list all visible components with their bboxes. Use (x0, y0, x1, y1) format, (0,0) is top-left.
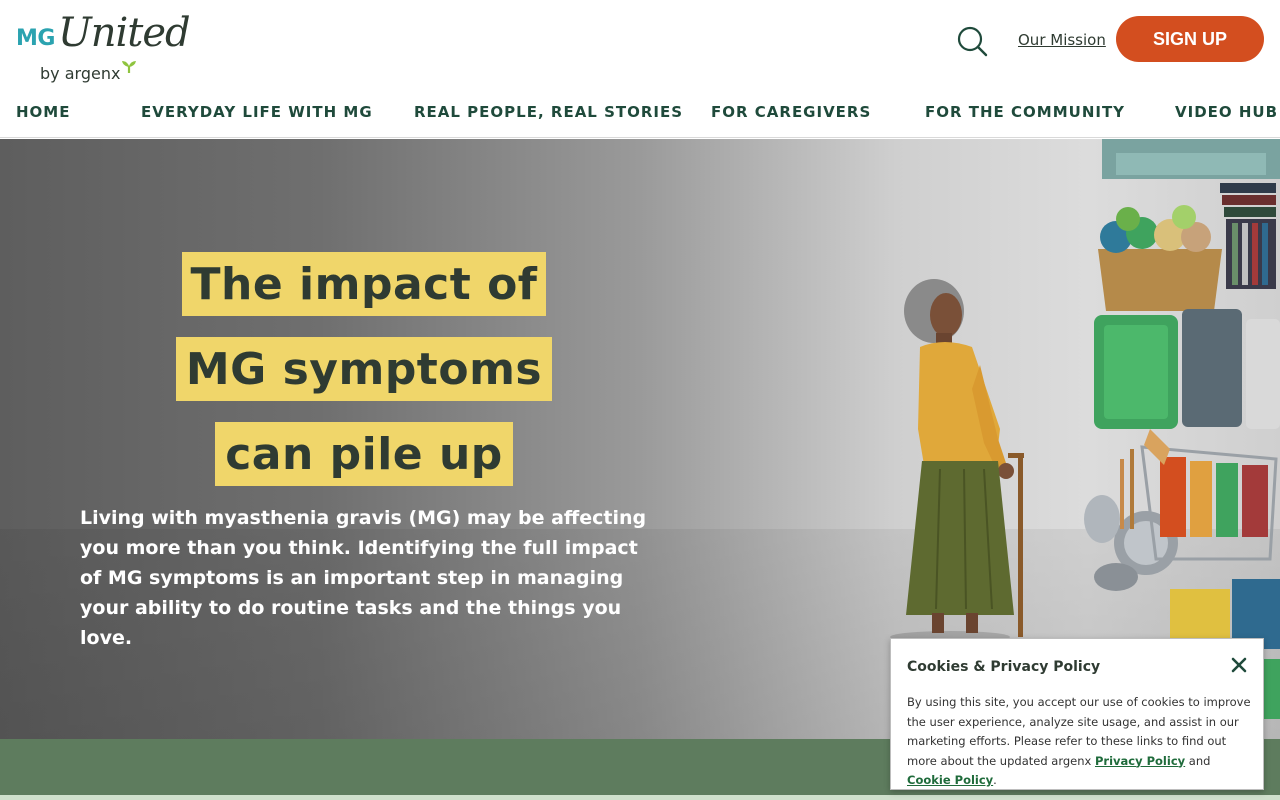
search-icon[interactable] (955, 24, 989, 58)
hero-headline-line-2: MG symptoms (176, 337, 552, 401)
cookie-banner: Cookies & Privacy Policy By using this s… (890, 638, 1264, 790)
nav-item-caregivers[interactable]: FOR CAREGIVERS (711, 103, 871, 121)
leaf-icon (122, 61, 136, 73)
site-header: MG United by argenx Our Mission SIGN UP … (0, 0, 1280, 138)
nav-item-video-hub[interactable]: VIDEO HUB (1175, 103, 1278, 121)
nav-item-real-stories[interactable]: REAL PEOPLE, REAL STORIES (414, 103, 683, 121)
close-icon[interactable] (1229, 655, 1249, 675)
logo-mg-text: MG (16, 26, 55, 51)
site-logo[interactable]: MG United by argenx (16, 10, 191, 86)
nav-item-everyday-life[interactable]: EVERYDAY LIFE WITH MG (141, 103, 373, 121)
logo-by-argenx-text: by argenx (40, 64, 121, 83)
hero-headline-line-3: can pile up (215, 422, 513, 486)
main-nav: HOME EVERYDAY LIFE WITH MG REAL PEOPLE, … (16, 103, 1277, 125)
cookie-banner-title: Cookies & Privacy Policy (907, 659, 1101, 675)
hero-headline-line-1: The impact of (182, 252, 546, 316)
logo-united-text: United (58, 10, 191, 56)
nav-item-community[interactable]: FOR THE COMMUNITY (925, 103, 1125, 121)
hero-description: Living with myasthenia gravis (MG) may b… (80, 507, 647, 649)
light-strip (0, 795, 1280, 800)
cookie-banner-body: By using this site, you accept our use o… (907, 693, 1253, 791)
cookie-policy-link[interactable]: Cookie Policy (907, 773, 993, 787)
privacy-policy-link[interactable]: Privacy Policy (1095, 754, 1185, 768)
nav-item-home[interactable]: HOME (16, 103, 70, 121)
cookie-suffix-text: . (993, 773, 997, 787)
our-mission-link[interactable]: Our Mission (1018, 31, 1106, 49)
sign-up-button[interactable]: SIGN UP (1116, 16, 1264, 62)
cookie-and-text: and (1185, 753, 1211, 768)
